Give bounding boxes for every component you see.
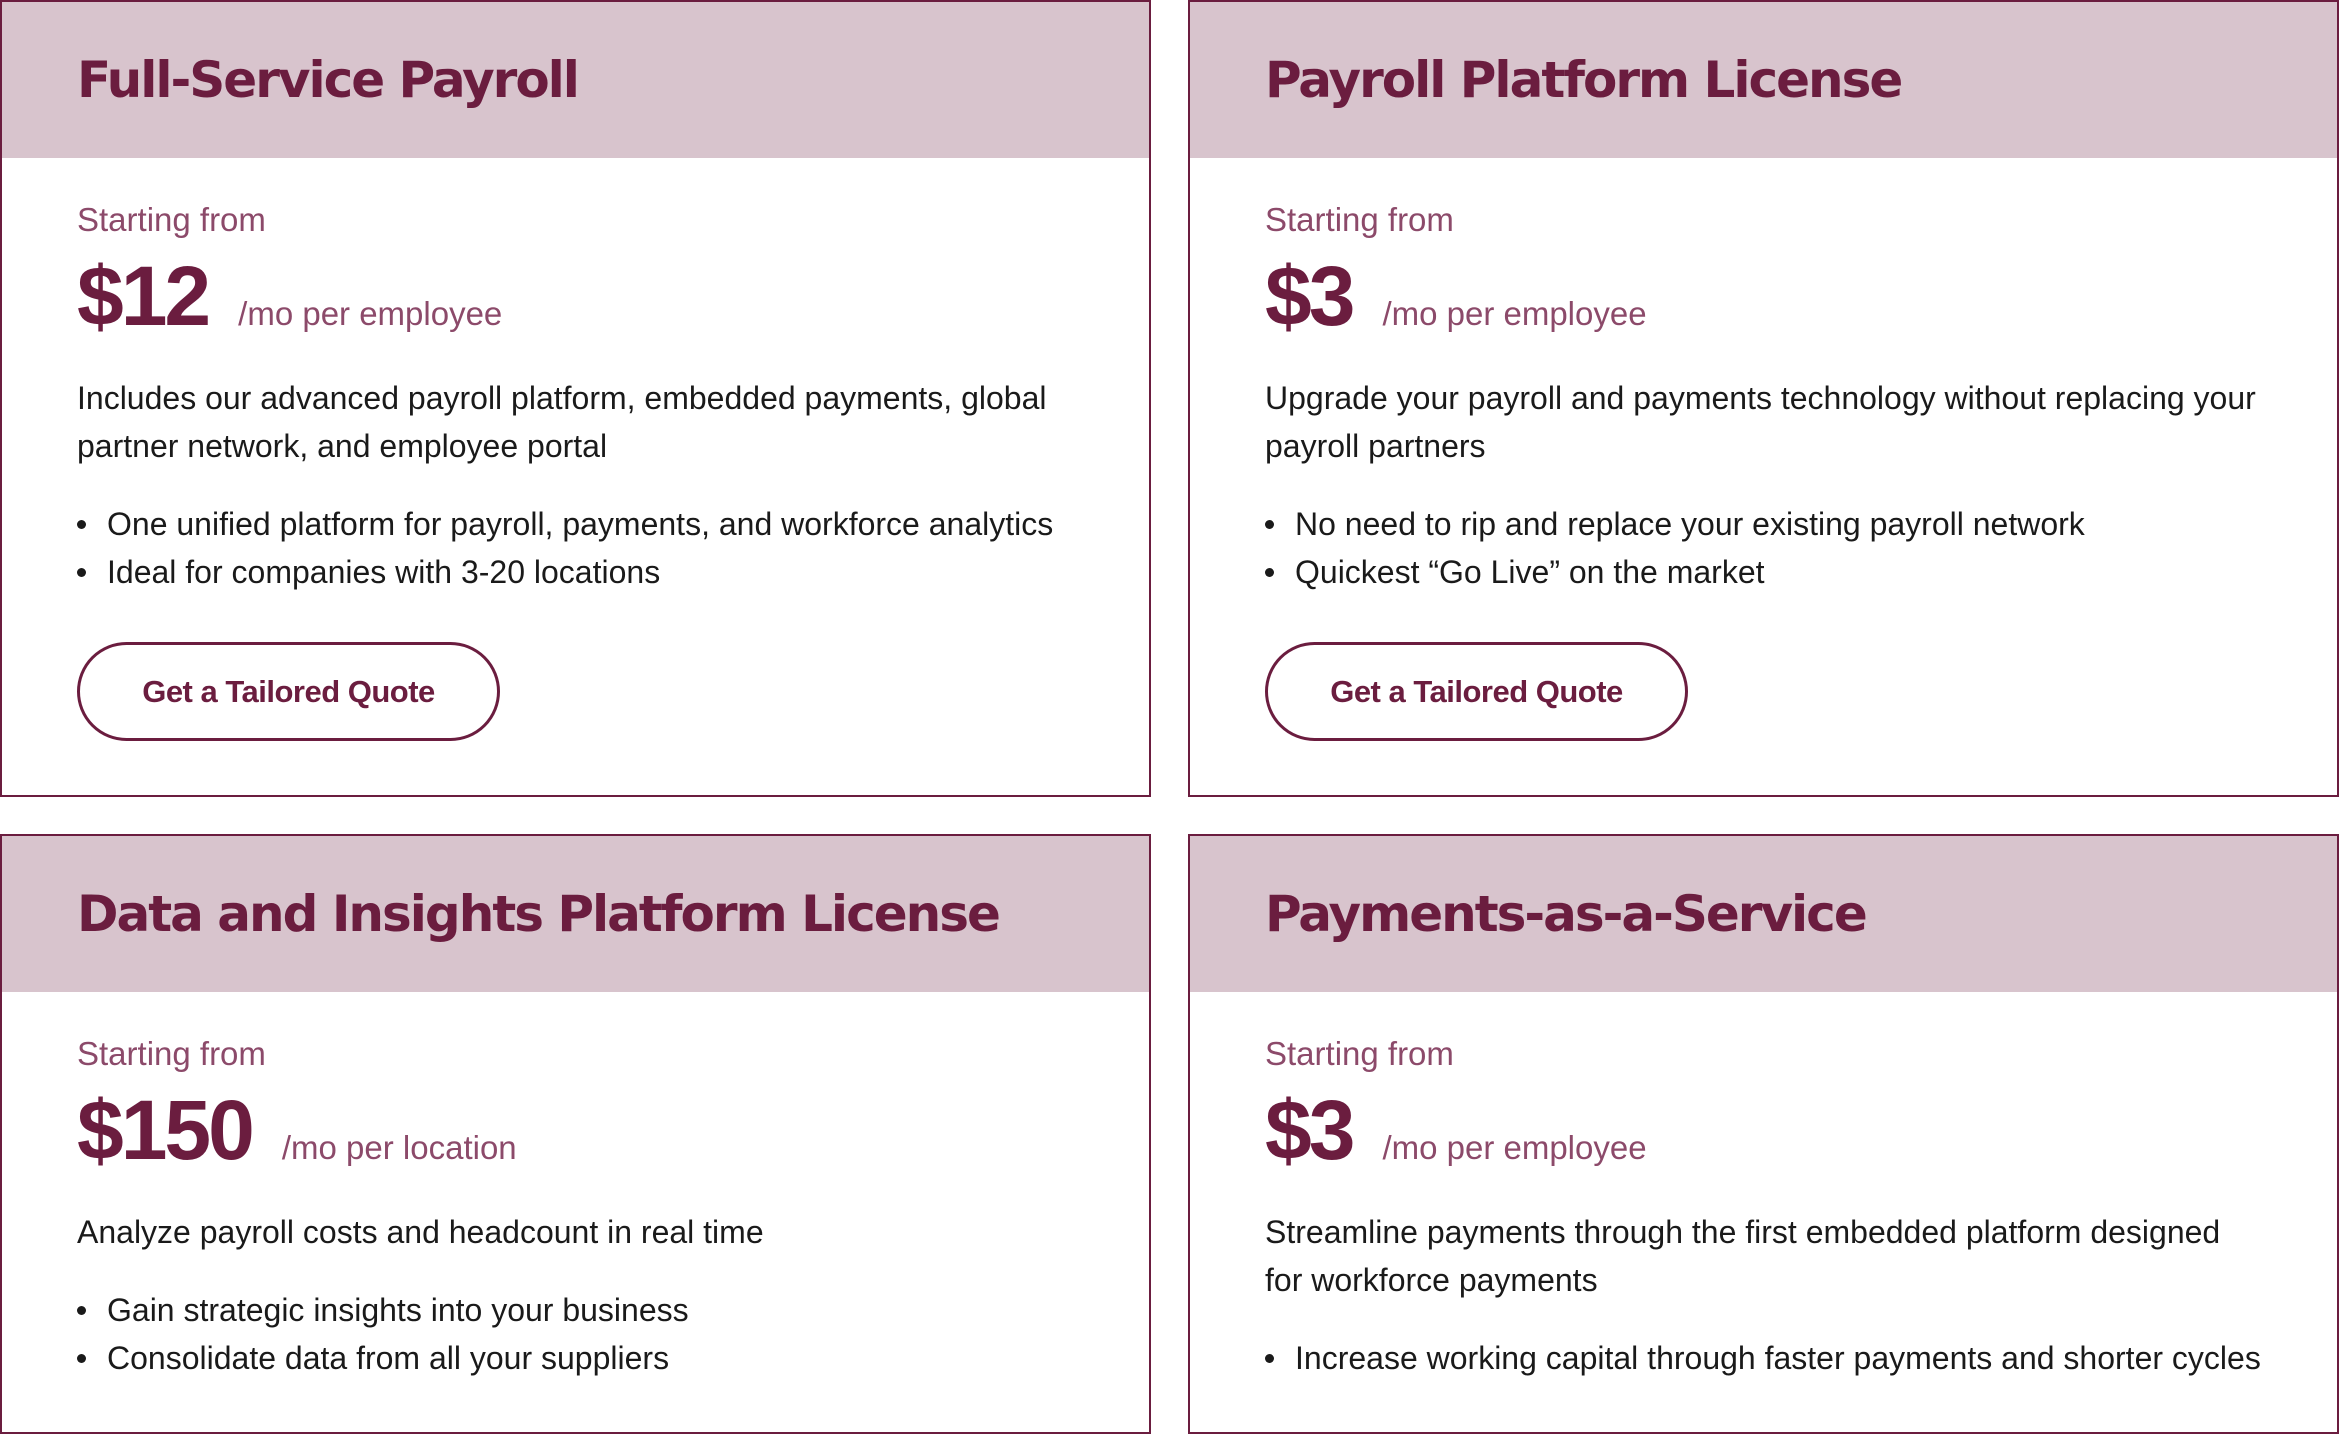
card-description: Includes our advanced payroll platform, …: [77, 380, 1047, 464]
price-row: $150 /mo per location: [77, 1080, 1074, 1180]
get-tailored-quote-button[interactable]: Get a Tailored Quote: [77, 642, 500, 741]
card-title: Data and Insights Platform License: [77, 885, 1001, 943]
price-unit: /mo per employee: [1382, 295, 1647, 332]
feature-list: Gain strategic insights into your busine…: [77, 1286, 1074, 1382]
card-header: Payroll Platform License: [1190, 2, 2337, 158]
feature-item: No need to rip and replace your existing…: [1265, 500, 2262, 548]
card-description: Streamline payments through the first em…: [1265, 1214, 2221, 1298]
pricing-card-data-and-insights: Data and Insights Platform License Start…: [0, 834, 1151, 1434]
card-body: Starting from $12 /mo per employee Inclu…: [2, 158, 1149, 741]
feature-list: One unified platform for payroll, paymen…: [77, 500, 1074, 596]
price-value: $3: [1265, 1083, 1355, 1177]
price-value: $150: [77, 1083, 255, 1177]
pricing-card-payroll-platform-license: Payroll Platform License Starting from $…: [1188, 0, 2339, 797]
price-value: $3: [1265, 249, 1355, 343]
card-title: Payments-as-a-Service: [1265, 885, 1868, 943]
card-body: Starting from $3 /mo per employee Upgrad…: [1190, 158, 2337, 741]
feature-item: Increase working capital through faster …: [1265, 1334, 2262, 1382]
price-unit: /mo per employee: [1382, 1129, 1647, 1166]
card-body: Starting from $3 /mo per employee Stream…: [1190, 992, 2337, 1382]
starting-from-label: Starting from: [77, 1035, 266, 1072]
feature-item: Ideal for companies with 3-20 locations: [77, 548, 1074, 596]
get-tailored-quote-button[interactable]: Get a Tailored Quote: [1265, 642, 1688, 741]
price-value: $12: [77, 249, 211, 343]
price-row: $3 /mo per employee: [1265, 246, 2262, 346]
price-row: $12 /mo per employee: [77, 246, 1074, 346]
starting-from-label: Starting from: [1265, 201, 1454, 238]
pricing-card-payments-as-a-service: Payments-as-a-Service Starting from $3 /…: [1188, 834, 2339, 1434]
starting-from-label: Starting from: [1265, 1035, 1454, 1072]
card-description: Upgrade your payroll and payments techno…: [1265, 380, 2256, 464]
feature-item: Consolidate data from all your suppliers: [77, 1334, 1074, 1382]
card-header: Full-Service Payroll: [2, 2, 1149, 158]
card-body: Starting from $150 /mo per location Anal…: [2, 992, 1149, 1382]
feature-item: Quickest “Go Live” on the market: [1265, 548, 2262, 596]
price-unit: /mo per employee: [238, 295, 503, 332]
price-unit: /mo per location: [281, 1129, 517, 1166]
feature-item: Gain strategic insights into your busine…: [77, 1286, 1074, 1334]
feature-list: Increase working capital through faster …: [1265, 1334, 2262, 1382]
feature-item: One unified platform for payroll, paymen…: [77, 500, 1074, 548]
card-title: Payroll Platform License: [1265, 51, 1903, 109]
price-row: $3 /mo per employee: [1265, 1080, 2262, 1180]
card-header: Data and Insights Platform License: [2, 836, 1149, 992]
card-header: Payments-as-a-Service: [1190, 836, 2337, 992]
starting-from-label: Starting from: [77, 201, 266, 238]
card-description: Analyze payroll costs and headcount in r…: [77, 1214, 764, 1250]
feature-list: No need to rip and replace your existing…: [1265, 500, 2262, 596]
pricing-card-full-service-payroll: Full-Service Payroll Starting from $12 /…: [0, 0, 1151, 797]
card-title: Full-Service Payroll: [77, 51, 580, 109]
